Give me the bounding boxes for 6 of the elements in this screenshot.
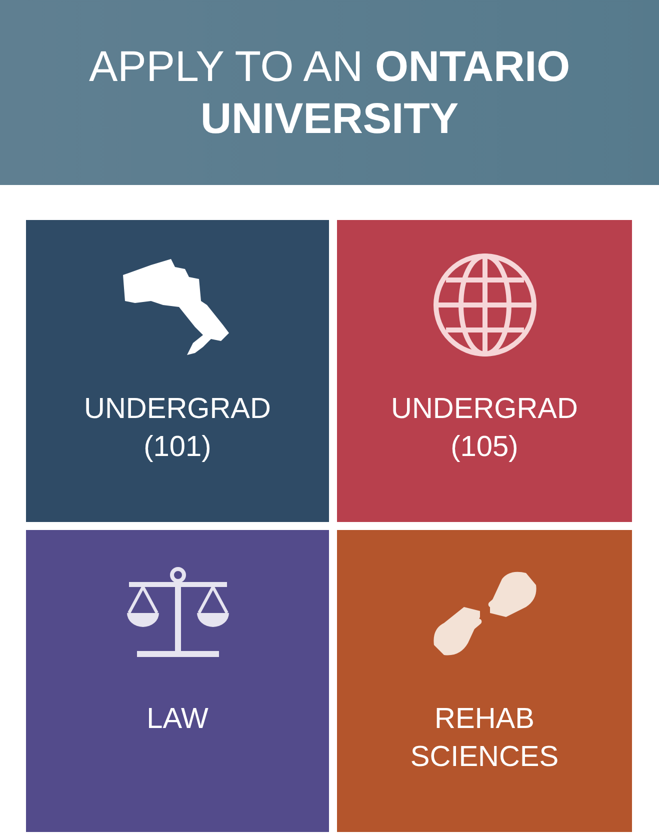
page-title: APPLY TO AN ONTARIO UNIVERSITY	[88, 42, 572, 144]
globe-icon	[432, 252, 538, 358]
category-tile[interactable]: UNDERGRAD (105)	[337, 220, 632, 522]
category-tile[interactable]: UNDERGRAD (101)	[26, 220, 329, 522]
category-tile[interactable]: LAW	[26, 530, 329, 832]
category-tile[interactable]: REHAB SCIENCES	[337, 530, 632, 832]
